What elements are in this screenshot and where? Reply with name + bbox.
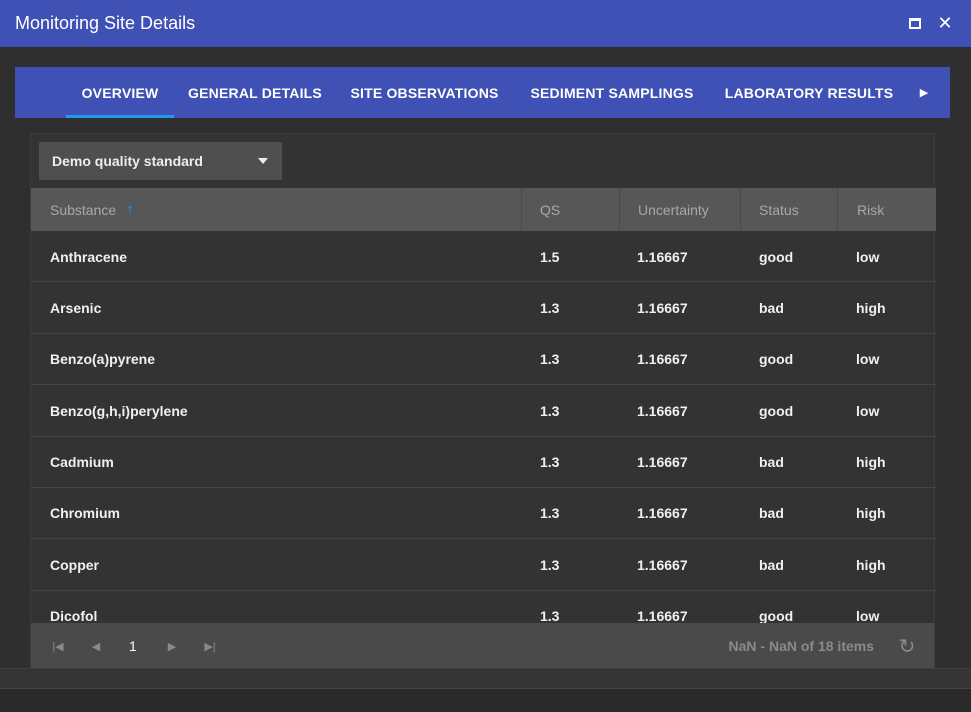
cell-substance: Dicofol: [50, 608, 98, 623]
cell-uncertainty: 1.16667: [637, 351, 688, 368]
table-row[interactable]: Copper 1.3 1.16667 bad high: [31, 539, 936, 591]
monitoring-site-details-window: Monitoring Site Details ✕ OVERVIEW GENER…: [0, 0, 971, 712]
bottom-bar: [0, 668, 971, 688]
last-page-icon: ▶|: [204, 640, 216, 653]
window-title: Monitoring Site Details: [15, 13, 196, 33]
maximize-button[interactable]: [904, 12, 926, 34]
cell-status: bad: [759, 299, 784, 316]
cell-status: good: [759, 351, 794, 368]
previous-page-icon: ◀: [91, 640, 101, 653]
cell-risk: high: [856, 505, 886, 522]
cell-qs: 1.3: [540, 351, 560, 368]
first-page-icon: |◀: [52, 640, 64, 653]
cell-qs: 1.3: [540, 454, 560, 471]
current-page-number[interactable]: 1: [129, 635, 137, 657]
cell-substance: Benzo(a)pyrene: [50, 351, 156, 368]
cell-uncertainty: 1.16667: [637, 299, 688, 316]
table-row[interactable]: Benzo(g,h,i)perylene 1.3 1.16667 good lo…: [31, 385, 936, 437]
cell-uncertainty: 1.16667: [637, 402, 688, 419]
column-divider: [837, 188, 838, 231]
triangle-right-icon: ▶: [919, 87, 929, 99]
quality-standard-dropdown[interactable]: Demo quality standard: [39, 142, 282, 180]
maximize-icon: [909, 17, 921, 29]
cell-uncertainty: 1.16667: [637, 556, 688, 573]
column-header-uncertainty[interactable]: Uncertainty: [638, 188, 748, 231]
column-header-status[interactable]: Status: [759, 188, 839, 231]
cell-risk: high: [856, 454, 886, 471]
sort-ascending-icon: ↑: [126, 201, 134, 218]
cell-qs: 1.3: [540, 402, 560, 419]
cell-substance: Cadmium: [50, 454, 114, 471]
table-row[interactable]: Chromium 1.3 1.16667 bad high: [31, 488, 936, 540]
cell-qs: 1.3: [540, 505, 560, 522]
bottom-strip: [0, 688, 971, 712]
cell-status: good: [759, 248, 794, 265]
cell-qs: 1.3: [540, 608, 560, 623]
table-row[interactable]: Benzo(a)pyrene 1.3 1.16667 good low: [31, 334, 936, 386]
cell-substance: Benzo(g,h,i)perylene: [50, 402, 188, 419]
next-page-button[interactable]: ▶: [163, 635, 181, 657]
table-row[interactable]: Anthracene 1.5 1.16667 good low: [31, 231, 936, 283]
tab-overview[interactable]: OVERVIEW: [66, 67, 174, 118]
first-page-button[interactable]: |◀: [49, 635, 67, 657]
title-bar: Monitoring Site Details ✕: [0, 0, 971, 47]
cell-status: good: [759, 608, 794, 623]
cell-risk: high: [856, 556, 886, 573]
cell-uncertainty: 1.16667: [637, 505, 688, 522]
cell-status: good: [759, 402, 794, 419]
cell-qs: 1.3: [540, 556, 560, 573]
previous-page-button[interactable]: ◀: [87, 635, 105, 657]
grid-pager: |◀ ◀ 1 ▶ ▶| NaN - NaN of 18 items ↻: [31, 623, 934, 668]
last-page-button[interactable]: ▶|: [201, 635, 219, 657]
column-divider: [521, 188, 522, 231]
tabs-scroll-right-button[interactable]: ▶: [912, 67, 936, 118]
quality-standard-value: Demo quality standard: [52, 153, 203, 169]
column-header-substance[interactable]: Substance ↑: [50, 188, 520, 231]
column-divider: [740, 188, 741, 231]
cell-qs: 1.5: [540, 248, 560, 265]
close-button[interactable]: ✕: [934, 12, 956, 34]
tab-general-details[interactable]: GENERAL DETAILS: [177, 67, 333, 118]
cell-status: bad: [759, 556, 784, 573]
cell-substance: Copper: [50, 556, 99, 573]
refresh-icon: ↻: [898, 635, 916, 658]
column-header-qs[interactable]: QS: [540, 188, 620, 231]
cell-qs: 1.3: [540, 299, 560, 316]
cell-status: bad: [759, 454, 784, 471]
cell-uncertainty: 1.16667: [637, 608, 688, 623]
column-divider: [619, 188, 620, 231]
cell-risk: low: [856, 608, 880, 623]
close-icon: ✕: [937, 12, 953, 33]
refresh-button[interactable]: ↻: [896, 635, 918, 658]
cell-uncertainty: 1.16667: [637, 248, 688, 265]
substances-grid: Substance ↑ QS Uncertainty Status Risk A…: [31, 188, 936, 623]
next-page-icon: ▶: [167, 640, 177, 653]
cell-uncertainty: 1.16667: [637, 454, 688, 471]
column-header-risk[interactable]: Risk: [857, 188, 927, 231]
cell-risk: low: [856, 351, 880, 368]
table-row[interactable]: Cadmium 1.3 1.16667 bad high: [31, 437, 936, 488]
tab-bar: OVERVIEW GENERAL DETAILS SITE OBSERVATIO…: [15, 67, 950, 118]
grid-body: Anthracene 1.5 1.16667 good low Arsenic …: [31, 231, 936, 623]
cell-risk: low: [856, 248, 880, 265]
tab-site-observations[interactable]: SITE OBSERVATIONS: [337, 67, 512, 118]
cell-risk: low: [856, 402, 880, 419]
cell-substance: Anthracene: [50, 248, 128, 265]
cell-status: bad: [759, 505, 784, 522]
tab-sediment-samplings[interactable]: SEDIMENT SAMPLINGS: [516, 67, 708, 118]
cell-risk: high: [856, 299, 886, 316]
cell-substance: Arsenic: [50, 299, 102, 316]
table-row[interactable]: Arsenic 1.3 1.16667 bad high: [31, 282, 936, 334]
grid-header: Substance ↑ QS Uncertainty Status Risk: [31, 188, 936, 231]
pager-info: NaN - NaN of 18 items: [728, 638, 874, 654]
table-row[interactable]: Dicofol 1.3 1.16667 good low: [31, 591, 936, 623]
tab-laboratory-results[interactable]: LABORATORY RESULTS: [712, 67, 906, 118]
caret-down-icon: [258, 158, 268, 164]
cell-substance: Chromium: [50, 505, 120, 522]
overview-panel: Demo quality standard Substance ↑ QS Unc…: [30, 133, 936, 668]
column-header-label: Substance: [50, 201, 117, 218]
